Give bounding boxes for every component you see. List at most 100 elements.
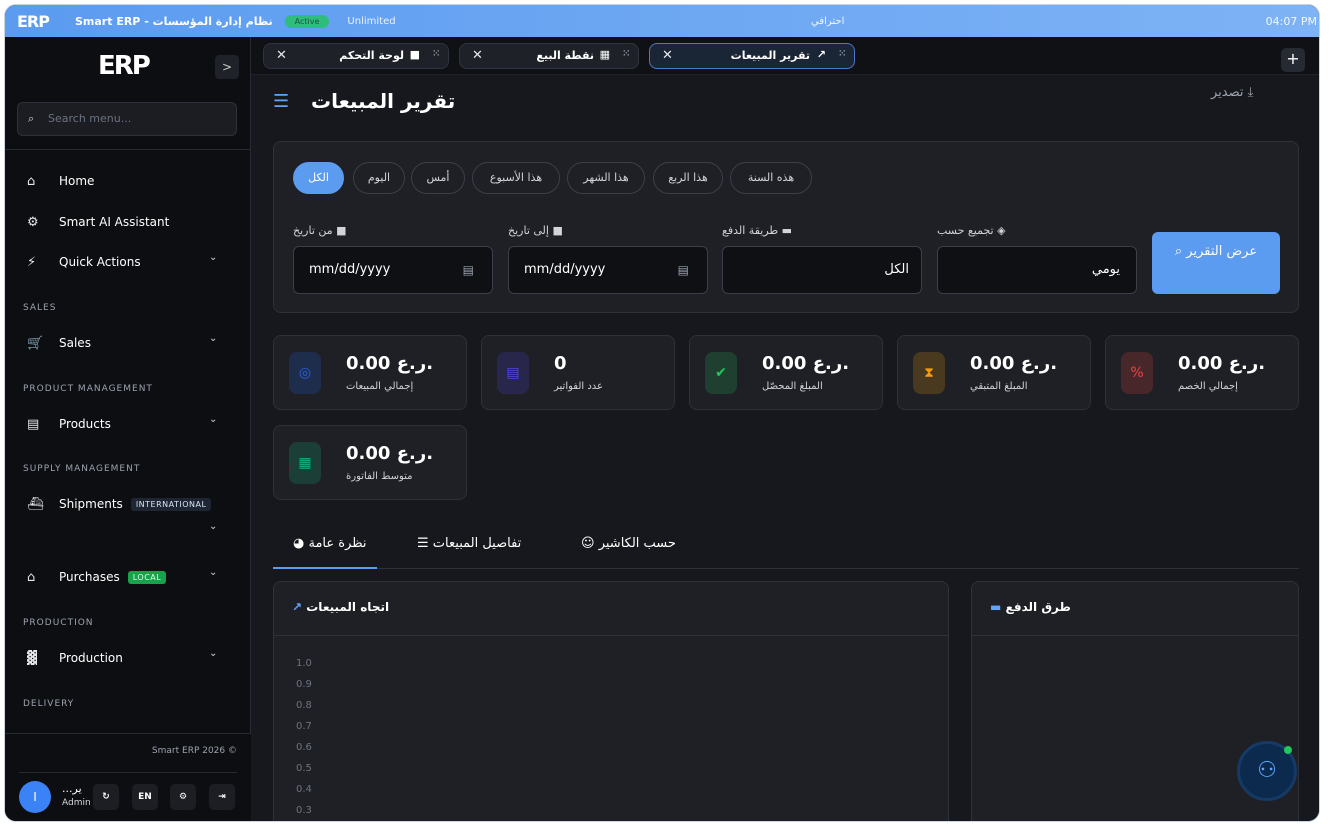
stat-average-invoice: ▦ 0.00 ر.ع. متوسط الفاتورة bbox=[273, 425, 467, 500]
y-tick-label: 0.8 bbox=[296, 700, 312, 711]
stat-total-sales: ◎ 0.00 ر.ع. إجمالي المبيعات bbox=[273, 335, 467, 410]
close-icon[interactable]: ✕ bbox=[276, 48, 287, 63]
download-icon: ⤓ bbox=[1247, 85, 1254, 100]
report-icon: ☰ bbox=[273, 91, 290, 112]
sidebar-item-quick-actions[interactable]: ⚡ Quick Actions bbox=[27, 252, 141, 272]
top-bar: ERP Smart ERP - نظام إدارة المؤسسات Acti… bbox=[5, 5, 1319, 37]
card-icon: ▬ bbox=[781, 224, 793, 237]
avatar[interactable]: I bbox=[19, 781, 51, 813]
local-badge: LOCAL bbox=[127, 570, 167, 584]
ai-assistant-button[interactable]: ⚇ bbox=[1237, 741, 1297, 801]
export-button[interactable]: تصدير ⤓ bbox=[1211, 85, 1253, 100]
chip-this-month[interactable]: هذا الشهر bbox=[567, 162, 645, 194]
chevron-down-icon[interactable]: ⌄ bbox=[209, 521, 217, 532]
chip-this-week[interactable]: هذا الأسبوع bbox=[472, 162, 560, 194]
tab-dashboard[interactable]: ✕ لوحة التحكم ■ ⁙ bbox=[263, 43, 449, 69]
logout-icon[interactable]: ⇥ bbox=[209, 784, 235, 810]
page-title: تقرير المبيعات bbox=[311, 89, 456, 113]
tab-by-cashier[interactable]: ☺ حسب الكاشير bbox=[581, 536, 676, 551]
drag-handle-icon[interactable]: ⁙ bbox=[622, 49, 630, 59]
section-delivery: DELIVERY bbox=[23, 699, 75, 709]
factory-icon: ▓ bbox=[27, 650, 37, 666]
from-date-input[interactable]: mm/dd/yyyy ▤ bbox=[293, 246, 493, 294]
plan-badge: Active bbox=[284, 14, 330, 28]
section-production: PRODUCTION bbox=[23, 618, 94, 628]
ship-icon: ⛴ bbox=[27, 496, 44, 512]
sync-icon[interactable]: ↻ bbox=[93, 784, 119, 810]
y-tick-label: 0.9 bbox=[296, 679, 312, 690]
plan-label: Unlimited bbox=[347, 15, 396, 27]
report-tabs: ◕ نظرة عامة ☰ تفاصيل المبيعات ☺ حسب الكا… bbox=[273, 523, 1299, 569]
layers-icon: ◈ bbox=[997, 224, 1006, 237]
chip-yesterday[interactable]: أمس bbox=[411, 162, 465, 194]
settings-icon[interactable]: ⚙ bbox=[170, 784, 196, 810]
stat-invoice-count: ▤ 0 عدد الفواتير bbox=[481, 335, 675, 410]
group-by-select[interactable]: يومي bbox=[937, 246, 1137, 294]
bolt-icon: ⚡ bbox=[27, 254, 37, 270]
credit-card-icon: ▬ bbox=[990, 600, 1002, 614]
app-window: ERP Smart ERP - نظام إدارة المؤسسات Acti… bbox=[4, 4, 1320, 822]
sidebar-item-products[interactable]: ▤ Products bbox=[27, 414, 111, 434]
add-tab-button[interactable]: + bbox=[1281, 48, 1305, 72]
sidebar: ERP > ⌕ Search menu... ⌂ Home ⚙ Smart AI… bbox=[5, 37, 251, 821]
section-sales: SALES bbox=[23, 303, 57, 313]
y-tick-label: 0.6 bbox=[296, 742, 312, 753]
chip-all[interactable]: الكل bbox=[293, 162, 344, 194]
group-by-label: تجميع حسب ◈ bbox=[937, 224, 1006, 237]
calculator-icon: ▦ bbox=[289, 442, 321, 484]
document-icon: ■ bbox=[409, 48, 420, 61]
chip-this-quarter[interactable]: هذا الربع bbox=[653, 162, 723, 194]
home-icon: ⌂ bbox=[27, 173, 36, 189]
user-role: Admin bbox=[62, 798, 91, 808]
robot-icon: ⚇ bbox=[1257, 758, 1277, 783]
list-icon: ☰ bbox=[417, 536, 429, 551]
chip-this-year[interactable]: هذه السنة bbox=[730, 162, 812, 194]
sidebar-item-purchases[interactable]: ⌂ Purchases LOCAL bbox=[27, 567, 167, 587]
sidebar-item-shipments[interactable]: ⛴ Shipments INTERNATIONAL bbox=[27, 494, 212, 514]
to-date-input[interactable]: mm/dd/yyyy ▤ bbox=[508, 246, 708, 294]
sidebar-footer: Smart ERP 2026 © I ...ير Admin ↻ EN ⚙ ⇥ bbox=[5, 733, 251, 821]
chevron-down-icon[interactable]: ⌄ bbox=[209, 252, 217, 263]
tab-overview[interactable]: ◕ نظرة عامة bbox=[273, 536, 377, 569]
chip-today[interactable]: اليوم bbox=[353, 162, 405, 194]
calendar-icon[interactable]: ▤ bbox=[678, 247, 689, 293]
coins-icon: ◎ bbox=[289, 352, 321, 394]
tab-sales-report[interactable]: ✕ تقرير المبيعات ↗ ⁙ bbox=[649, 43, 855, 69]
close-icon[interactable]: ✕ bbox=[662, 48, 673, 63]
divider bbox=[5, 149, 251, 150]
sidebar-item-ai-assistant[interactable]: ⚙ Smart AI Assistant bbox=[27, 212, 169, 232]
sidebar-toggle-button[interactable]: > bbox=[215, 55, 239, 79]
stat-collected: ✔ 0.00 ر.ع. المبلغ المحصّل bbox=[689, 335, 883, 410]
online-indicator bbox=[1284, 746, 1292, 754]
payment-method-select[interactable]: الكل bbox=[722, 246, 922, 294]
calendar-icon[interactable]: ▤ bbox=[463, 247, 474, 293]
tab-pos[interactable]: ✕ نقطة البيع ▦ ⁙ bbox=[459, 43, 639, 69]
chevron-down-icon[interactable]: ⌄ bbox=[209, 567, 217, 578]
basket-icon: ⌂ bbox=[27, 569, 36, 585]
drag-handle-icon[interactable]: ⁙ bbox=[432, 49, 440, 59]
section-product-management: PRODUCT MANAGEMENT bbox=[23, 384, 153, 394]
chevron-down-icon[interactable]: ⌄ bbox=[209, 333, 217, 344]
users-icon: ☺ bbox=[581, 536, 595, 551]
filter-card: هذه السنة هذا الربع هذا الشهر هذا الأسبو… bbox=[273, 141, 1299, 313]
sales-trend-panel: ↗ اتجاه المبيعات 1.0 0.9 0.8 0.7 0.6 0.5 0.4 0.… bbox=[273, 581, 949, 821]
sidebar-item-production[interactable]: ▓ Production bbox=[27, 648, 123, 668]
topbar-logo: ERP bbox=[17, 11, 50, 31]
chevron-down-icon[interactable]: ⌄ bbox=[209, 648, 217, 659]
stat-remaining: ⧗ 0.00 ر.ع. المبلغ المتبقي bbox=[897, 335, 1091, 410]
international-badge: INTERNATIONAL bbox=[130, 497, 212, 511]
sidebar-item-sales[interactable]: 🛒 Sales bbox=[27, 333, 91, 353]
chart-line-icon: ↗ bbox=[816, 48, 826, 61]
tab-sales-details[interactable]: ☰ تفاصيل المبيعات bbox=[417, 536, 521, 551]
language-button[interactable]: EN bbox=[132, 784, 158, 810]
drag-handle-icon[interactable]: ⁙ bbox=[838, 49, 846, 59]
check-circle-icon: ✔ bbox=[705, 352, 737, 394]
sidebar-item-home[interactable]: ⌂ Home bbox=[27, 171, 94, 191]
search-input[interactable]: ⌕ Search menu... bbox=[17, 102, 237, 136]
cash-register-icon: ▦ bbox=[599, 48, 610, 61]
close-icon[interactable]: ✕ bbox=[472, 48, 483, 63]
tabs-bar: ✕ لوحة التحكم ■ ⁙ ✕ نقطة البيع ▦ ⁙ ✕ تقر… bbox=[251, 37, 1319, 75]
chevron-down-icon[interactable]: ⌄ bbox=[209, 414, 217, 425]
show-report-button[interactable]: ⌕ عرض التقرير bbox=[1152, 232, 1280, 294]
section-supply-management: SUPPLY MANAGEMENT bbox=[23, 464, 141, 474]
